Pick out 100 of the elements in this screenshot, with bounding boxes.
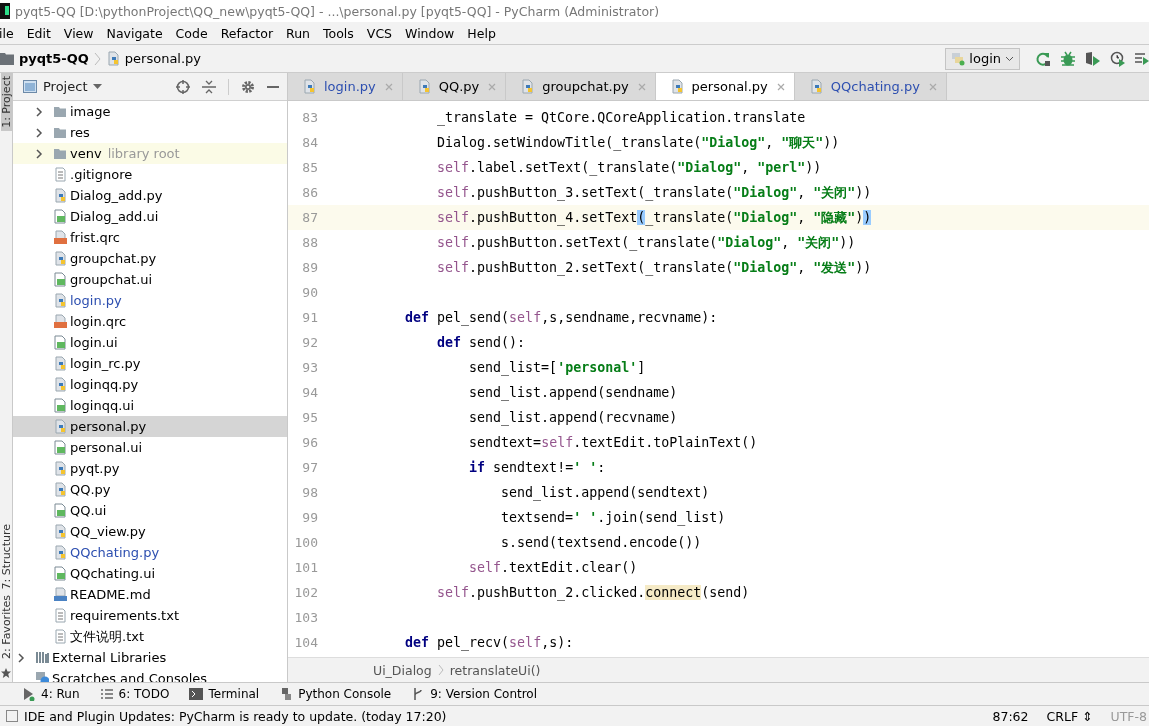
menu-item[interactable]: Window [398, 25, 461, 41]
menu-item[interactable]: Refactor [213, 25, 280, 41]
menu-item[interactable]: View [56, 25, 100, 41]
tree-item[interactable]: venv library root [13, 143, 287, 164]
tree-item[interactable]: groupchat.ui [13, 269, 287, 290]
tool-window-button[interactable]: 4: Run [22, 687, 80, 701]
folder-icon [0, 52, 14, 65]
editor-tab[interactable]: personal.py [655, 73, 795, 100]
run-configuration-dropdown[interactable]: login [945, 47, 1020, 70]
tree-item[interactable]: personal.py [13, 416, 287, 437]
close-icon[interactable] [383, 81, 394, 92]
chevron-icon [437, 664, 444, 676]
editor-tab[interactable]: QQchating.py [794, 73, 947, 100]
close-icon[interactable] [487, 81, 498, 92]
line-number: 95 [301, 410, 318, 425]
tree-item[interactable]: personal.ui [13, 437, 287, 458]
python-file-icon [53, 461, 67, 476]
python-file-icon [520, 79, 535, 94]
tree-item[interactable]: QQ.py [13, 479, 287, 500]
tree-item[interactable]: login.qrc [13, 311, 287, 332]
tree-item[interactable]: .gitignore [13, 164, 287, 185]
cursor-position[interactable]: 87:62 [986, 708, 1035, 724]
code-line: self.pushButton_4.setText(_translate("Dialog", "隐藏")) [437, 208, 872, 227]
libraries-icon [35, 650, 49, 665]
tree-item[interactable]: groupchat.py [13, 248, 287, 269]
menu-item[interactable]: ile [0, 25, 20, 41]
tree-item[interactable]: Dialog_add.py [13, 185, 287, 206]
close-icon[interactable] [775, 81, 786, 92]
python-file-icon [53, 524, 67, 539]
side-tool-tab[interactable]: 2: Favorites [0, 592, 12, 662]
menu-item[interactable]: Code [168, 25, 214, 41]
line-number: 98 [301, 485, 318, 500]
tree-item[interactable]: External Libraries [13, 647, 287, 668]
rerun-icon [1035, 50, 1051, 67]
line-number: 97 [301, 460, 318, 475]
tool-window-button[interactable]: 6: TODO [99, 687, 170, 701]
library-root-hint: library root [107, 146, 180, 161]
qt-file-icon [53, 272, 67, 287]
tree-item[interactable]: pyqt.py [13, 458, 287, 479]
python-file-icon [53, 545, 67, 560]
line-number: 94 [301, 385, 318, 400]
tree-item[interactable]: QQchating.py [13, 542, 287, 563]
python-file-icon [105, 51, 120, 66]
tree-item[interactable]: 文件说明.txt [13, 626, 287, 647]
text-file-icon [53, 629, 67, 644]
tree-item[interactable]: requirements.txt [13, 605, 287, 626]
tool-window-button[interactable]: Python Console [279, 687, 392, 701]
tree-item[interactable]: login.ui [13, 332, 287, 353]
tree-item[interactable]: res [13, 122, 287, 143]
tree-item[interactable]: image [13, 101, 287, 122]
tree-item[interactable]: QQ_view.py [13, 521, 287, 542]
close-icon[interactable] [636, 81, 647, 92]
tool-window-button[interactable]: Terminal [189, 687, 260, 701]
project-icon [23, 80, 37, 93]
code-line: self.label.setText(_translate("Dialog", "perl")) [437, 160, 822, 175]
folder-icon [53, 125, 67, 140]
tree-item[interactable]: login_rc.py [13, 353, 287, 374]
tree-item[interactable]: Dialog_add.ui [13, 206, 287, 227]
menu-item[interactable]: VCS [359, 25, 399, 41]
line-number: 104 [293, 635, 318, 650]
qt-file-icon [53, 440, 67, 455]
editor-tab[interactable]: groupchat.py [506, 73, 656, 100]
text-file-icon [53, 167, 67, 182]
terminal-icon [189, 687, 204, 701]
tree-item[interactable]: QQ.ui [13, 500, 287, 521]
python-file-icon [416, 79, 431, 94]
project-view-dropdown[interactable]: Project [13, 79, 103, 94]
folder-icon [53, 104, 67, 119]
python-file-icon [53, 251, 67, 266]
menu-item[interactable]: Run [279, 25, 317, 41]
profile-icon [1110, 50, 1126, 67]
menu-item[interactable]: Help [460, 25, 502, 41]
python-file-icon [53, 419, 67, 434]
close-icon[interactable] [927, 81, 938, 92]
line-separator-selector[interactable]: CRLF ⇕ [1040, 708, 1099, 724]
tree-item[interactable]: frist.qrc [13, 227, 287, 248]
code-line: _translate = QtCore.QCoreApplication.translate [437, 110, 806, 125]
tree-item[interactable]: QQchating.ui [13, 563, 287, 584]
tree-item[interactable]: login.py [13, 290, 287, 311]
tree-item[interactable]: loginqq.ui [13, 395, 287, 416]
side-tool-tab[interactable]: 1: Project [0, 73, 12, 131]
editor-tab[interactable]: QQ.py [402, 73, 507, 100]
code-line: self.pushButton_3.setText(_translate("Dialog", "关闭")) [437, 183, 872, 202]
tool-window-button[interactable]: 9: Version Control [411, 687, 538, 701]
locate-icon [176, 79, 190, 94]
code-line: def pel_send(self,s,sendname,recvname): [405, 310, 718, 325]
tree-item[interactable]: README.md [13, 584, 287, 605]
tree-item[interactable]: loginqq.py [13, 374, 287, 395]
menu-item[interactable]: Edit [19, 25, 57, 41]
breadcrumb-item[interactable]: pyqt5-QQ [19, 51, 89, 66]
qt-file-icon [53, 335, 67, 350]
line-number: 92 [301, 335, 318, 350]
editor-tab[interactable]: login.py [288, 73, 403, 100]
breadcrumb-item[interactable]: personal.py [124, 51, 202, 66]
menu-item[interactable]: Navigate [99, 25, 169, 41]
side-tool-tab[interactable]: 7: Structure [0, 520, 12, 593]
breadcrumb-item[interactable]: Ui_Dialog [373, 662, 432, 678]
line-number: 89 [301, 260, 318, 275]
breadcrumb-item[interactable]: retranslateUi() [449, 662, 541, 678]
menu-item[interactable]: Tools [316, 25, 360, 41]
